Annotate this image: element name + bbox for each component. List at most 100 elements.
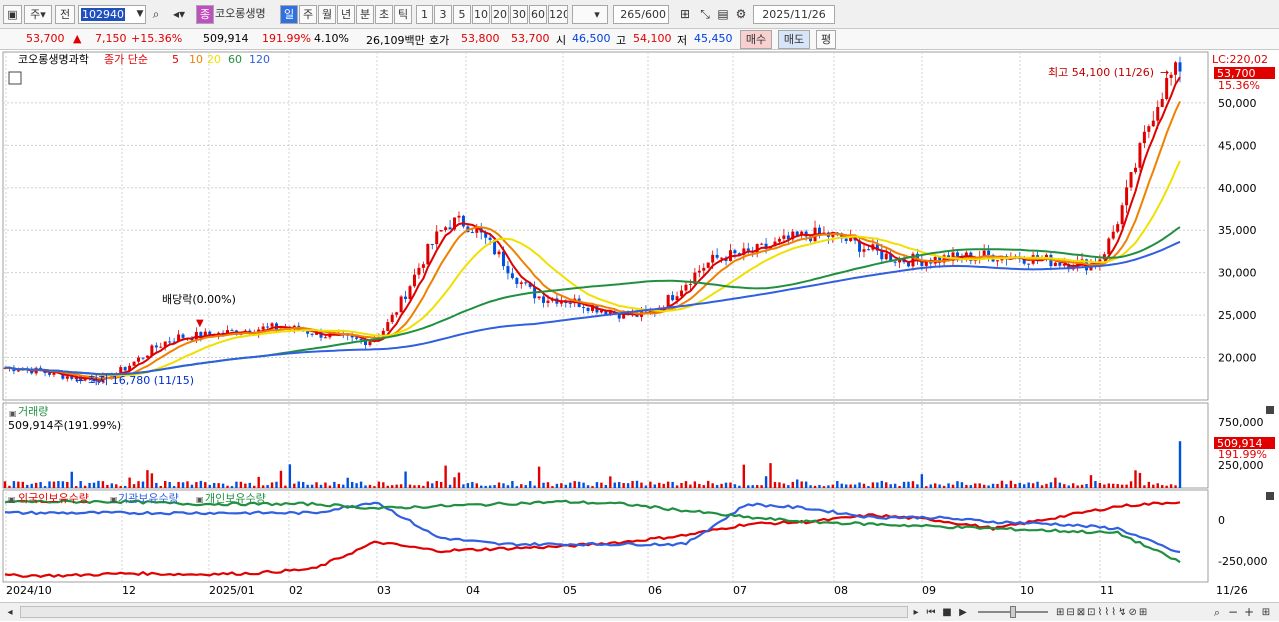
candle-body	[470, 232, 474, 234]
volume-bar	[275, 481, 278, 488]
prev-button[interactable]: 전	[55, 5, 75, 24]
stop-icon[interactable]: ■	[940, 603, 954, 622]
zoom-in-icon[interactable]: +	[1242, 603, 1256, 622]
volume-bar	[1129, 481, 1133, 488]
candle-body	[1107, 238, 1111, 255]
volume-bar	[324, 482, 327, 488]
panel-settings-icon[interactable]	[8, 71, 22, 85]
volume-bar	[1147, 481, 1151, 488]
volume-bar	[675, 485, 679, 488]
volume-bar	[155, 482, 158, 488]
volume-bar	[1067, 485, 1070, 488]
dividend-arrow-icon: ▼	[196, 318, 204, 329]
volume-bar	[1156, 483, 1159, 488]
volume-bar	[618, 482, 621, 488]
legend-indiv-marker-icon: ▣	[196, 495, 204, 504]
bid-label: 호가	[429, 34, 450, 47]
zoom-slider-thumb[interactable]	[1010, 606, 1016, 618]
volume-bar	[43, 486, 47, 488]
volume-bar	[101, 481, 105, 488]
volume-bar	[577, 481, 581, 488]
zoom-out-icon[interactable]: −	[1226, 603, 1240, 622]
holdings-panel-marker-icon: ▣	[8, 495, 16, 504]
scroll-track[interactable]	[20, 606, 908, 618]
candle-body	[230, 330, 234, 332]
holdings-panel-close-icon[interactable]	[1266, 492, 1274, 500]
volume-bar	[471, 481, 474, 488]
interval-button-30[interactable]: 30	[510, 5, 528, 24]
period-button-0[interactable]: 일	[280, 5, 298, 24]
count-input[interactable]: 265/600	[613, 5, 669, 24]
candle-body	[1138, 143, 1142, 168]
sound-icon[interactable]: ◂▾	[166, 5, 192, 24]
interval-button-5[interactable]: 5	[453, 5, 471, 24]
period-button-4[interactable]: 분	[356, 5, 374, 24]
candle-body	[996, 260, 1000, 262]
candle-body	[746, 248, 750, 251]
save-icon[interactable]: ▤	[715, 5, 731, 24]
fit-icon[interactable]: ⊞	[1258, 603, 1274, 622]
volume-bar	[168, 482, 171, 488]
volume-bar	[644, 485, 648, 488]
eval-button[interactable]: 평	[816, 30, 836, 49]
volume-bar	[1174, 485, 1177, 488]
stock-type-button[interactable]: 종	[196, 5, 214, 24]
volume-bar	[974, 483, 977, 488]
period-button-2[interactable]: 월	[318, 5, 336, 24]
first-icon[interactable]: ⏮	[924, 603, 938, 622]
drawing-tools-icon[interactable]: ⊞⊟⊠⊡⌇⌇⌇↯⊘⊞	[1056, 603, 1204, 622]
volume-bar	[996, 483, 999, 488]
period-mode-select[interactable]: 주▾	[24, 5, 52, 24]
volume-panel-close-icon[interactable]	[1266, 406, 1274, 414]
volume-bar	[934, 483, 937, 488]
buy-button[interactable]: 매수	[740, 30, 772, 49]
candle-body	[1160, 98, 1164, 107]
chart-tools-icon[interactable]: ⊞	[676, 5, 694, 24]
candle-body	[817, 227, 821, 234]
chart-area[interactable]: 2024/10 12 2025/01 02 03 04 05 06 07 08 09 10 11 50,…	[0, 50, 1279, 603]
volume-bar	[938, 484, 941, 488]
period-button-3[interactable]: 년	[337, 5, 355, 24]
volume-bar	[439, 481, 443, 488]
candle-body	[582, 307, 586, 309]
volume-bar	[110, 483, 114, 488]
period-button-6[interactable]: 틱	[394, 5, 412, 24]
zoom-search-icon[interactable]: ⌕	[1210, 603, 1224, 622]
interval-button-10[interactable]: 10	[472, 5, 490, 24]
play-icon[interactable]: ▶	[956, 603, 970, 622]
period-button-5[interactable]: 초	[375, 5, 393, 24]
interval-custom-select[interactable]: ▾	[572, 5, 608, 24]
date-input[interactable]: 2025/11/26	[753, 5, 835, 24]
interval-button-3[interactable]: 3	[434, 5, 452, 24]
volume-bar	[684, 481, 688, 488]
settings-gear-icon[interactable]: ⚙	[733, 5, 749, 24]
volume-bar	[729, 482, 732, 488]
scroll-left-icon[interactable]: ◂	[4, 603, 16, 622]
volume-bar	[457, 472, 461, 488]
volume-bar	[760, 485, 763, 488]
interval-button-120[interactable]: 120	[548, 5, 568, 24]
volume-bar	[88, 482, 91, 488]
period-button-1[interactable]: 주	[299, 5, 317, 24]
interval-button-20[interactable]: 20	[491, 5, 509, 24]
code-dropdown-icon[interactable]: ▼	[134, 5, 146, 24]
candle-body	[1169, 74, 1173, 78]
scroll-right-icon[interactable]: ▸	[910, 603, 922, 622]
volume-bar	[1120, 484, 1124, 488]
volume-bar	[230, 486, 234, 488]
sell-button[interactable]: 매도	[778, 30, 810, 49]
volume-bar	[195, 482, 198, 488]
window-menu-icon[interactable]: ▣	[3, 5, 22, 24]
candle-body	[137, 357, 141, 362]
volume-bar	[484, 485, 487, 488]
candle-body	[430, 243, 434, 245]
candle-body	[426, 243, 430, 265]
candle-body	[141, 357, 145, 359]
draw-tools-icon[interactable]: ⤡	[696, 5, 714, 24]
x-label-3: 02	[289, 584, 303, 597]
x-label-10: 09	[922, 584, 936, 597]
volume-bar	[853, 484, 857, 488]
interval-button-1[interactable]: 1	[416, 5, 433, 24]
search-icon[interactable]: ⌕	[148, 5, 164, 24]
interval-button-60[interactable]: 60	[529, 5, 547, 24]
